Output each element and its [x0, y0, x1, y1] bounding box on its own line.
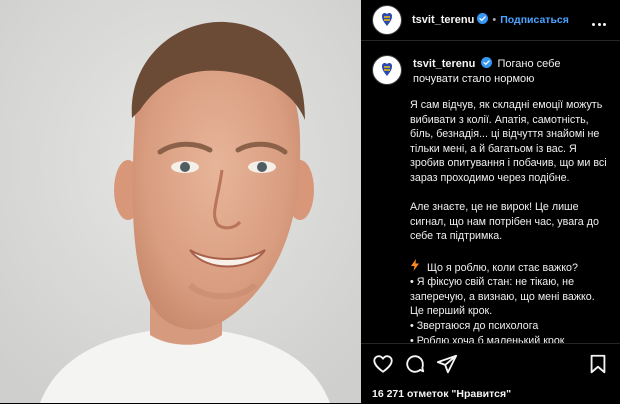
caption-username[interactable]: tsvit_terenu: [413, 58, 475, 70]
caption-heading: tsvit_terenu Погано себе почувати стало …: [413, 57, 609, 86]
caption-body: Я сам відчув, як складні емоції можуть в…: [410, 98, 608, 343]
caption-avatar[interactable]: [372, 55, 402, 85]
caption-paragraph-2: Але знаєте, це не вирок! Це лише сигнал,…: [410, 201, 599, 243]
caption-list-header: Що я роблю, коли стає важко?: [426, 261, 578, 274]
heart-icon[interactable]: [372, 353, 394, 375]
more-options-icon[interactable]: [591, 13, 609, 27]
bookmark-icon[interactable]: [587, 353, 609, 375]
username[interactable]: tsvit_terenu: [412, 14, 474, 26]
lightning-bolt-icon: [410, 258, 424, 276]
brand-logo-icon: [374, 57, 400, 83]
post-photo[interactable]: [0, 0, 361, 403]
caption-list-header-row: Що я роблю, коли стає важко?: [410, 258, 608, 276]
caption-list-item-1: • Я фіксую свій стан: не тікаю, не запер…: [410, 276, 595, 318]
portrait-illustration: [0, 0, 361, 403]
brand-logo-icon: [374, 7, 400, 33]
caption-list-item-2: • Звертаюся до психолога: [410, 319, 539, 332]
caption-list-item-3: • Роблю хоча б маленький крок: [410, 334, 565, 344]
follow-button[interactable]: Подписаться: [500, 14, 569, 26]
comment-icon[interactable]: [404, 353, 426, 375]
share-icon[interactable]: [436, 353, 458, 375]
avatar[interactable]: [372, 5, 402, 35]
post-header: tsvit_terenu • Подписаться: [361, 0, 620, 41]
likes-count[interactable]: 16 271 отметок "Нравится": [372, 388, 511, 400]
verified-badge-icon: [477, 11, 489, 29]
separator-dot: •: [492, 14, 497, 26]
caption-area: tsvit_terenu Погано себе почувати стало …: [361, 41, 620, 343]
verified-badge-icon: [481, 57, 493, 72]
post-actions-bar: 16 271 отметок "Нравится": [361, 343, 620, 404]
post-side-panel: tsvit_terenu • Подписаться tsvit_terenu: [361, 0, 620, 403]
caption-paragraph-1: Я сам відчув, як складні емоції можуть в…: [410, 99, 607, 184]
